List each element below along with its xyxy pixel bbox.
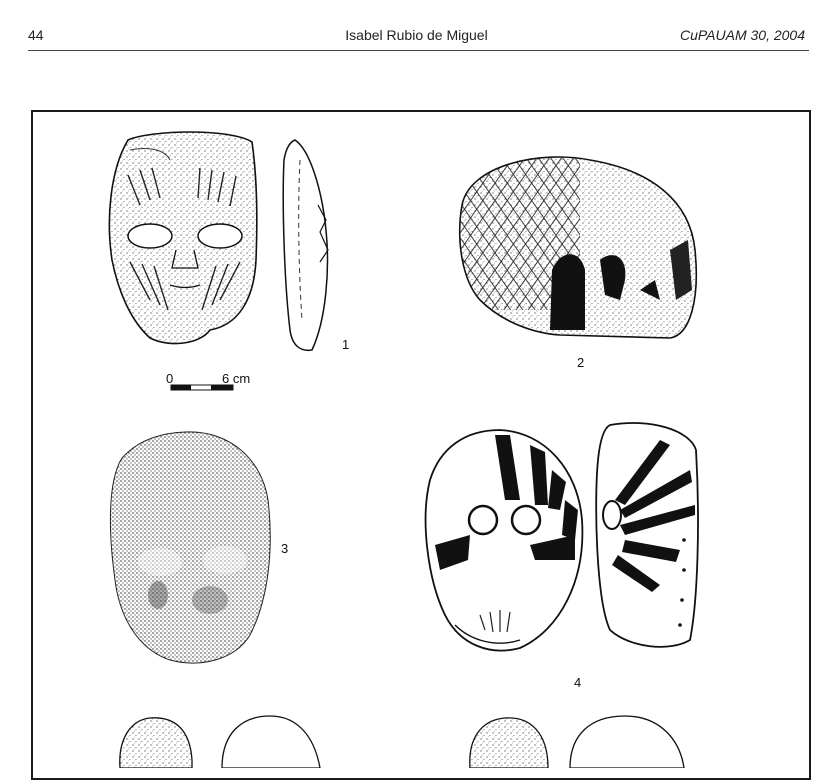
figure-label-3: 3 — [281, 541, 289, 556]
mask-3 — [109, 431, 271, 664]
figure-label-2: 2 — [577, 355, 585, 370]
mask-1-front — [108, 131, 258, 345]
mask-1-profile — [282, 139, 329, 352]
mask-5-partial — [119, 715, 321, 768]
mask-2 — [458, 156, 698, 339]
figure-artwork — [108, 131, 699, 768]
scale-start-label: 0 — [166, 371, 174, 386]
mask-6-partial — [469, 715, 685, 768]
figure-label-1: 1 — [342, 337, 350, 352]
mask-4-front — [424, 429, 584, 652]
mask-4-profile — [595, 422, 699, 648]
scale-end-label: 6 cm — [222, 371, 251, 386]
figure-label-4: 4 — [574, 675, 582, 690]
